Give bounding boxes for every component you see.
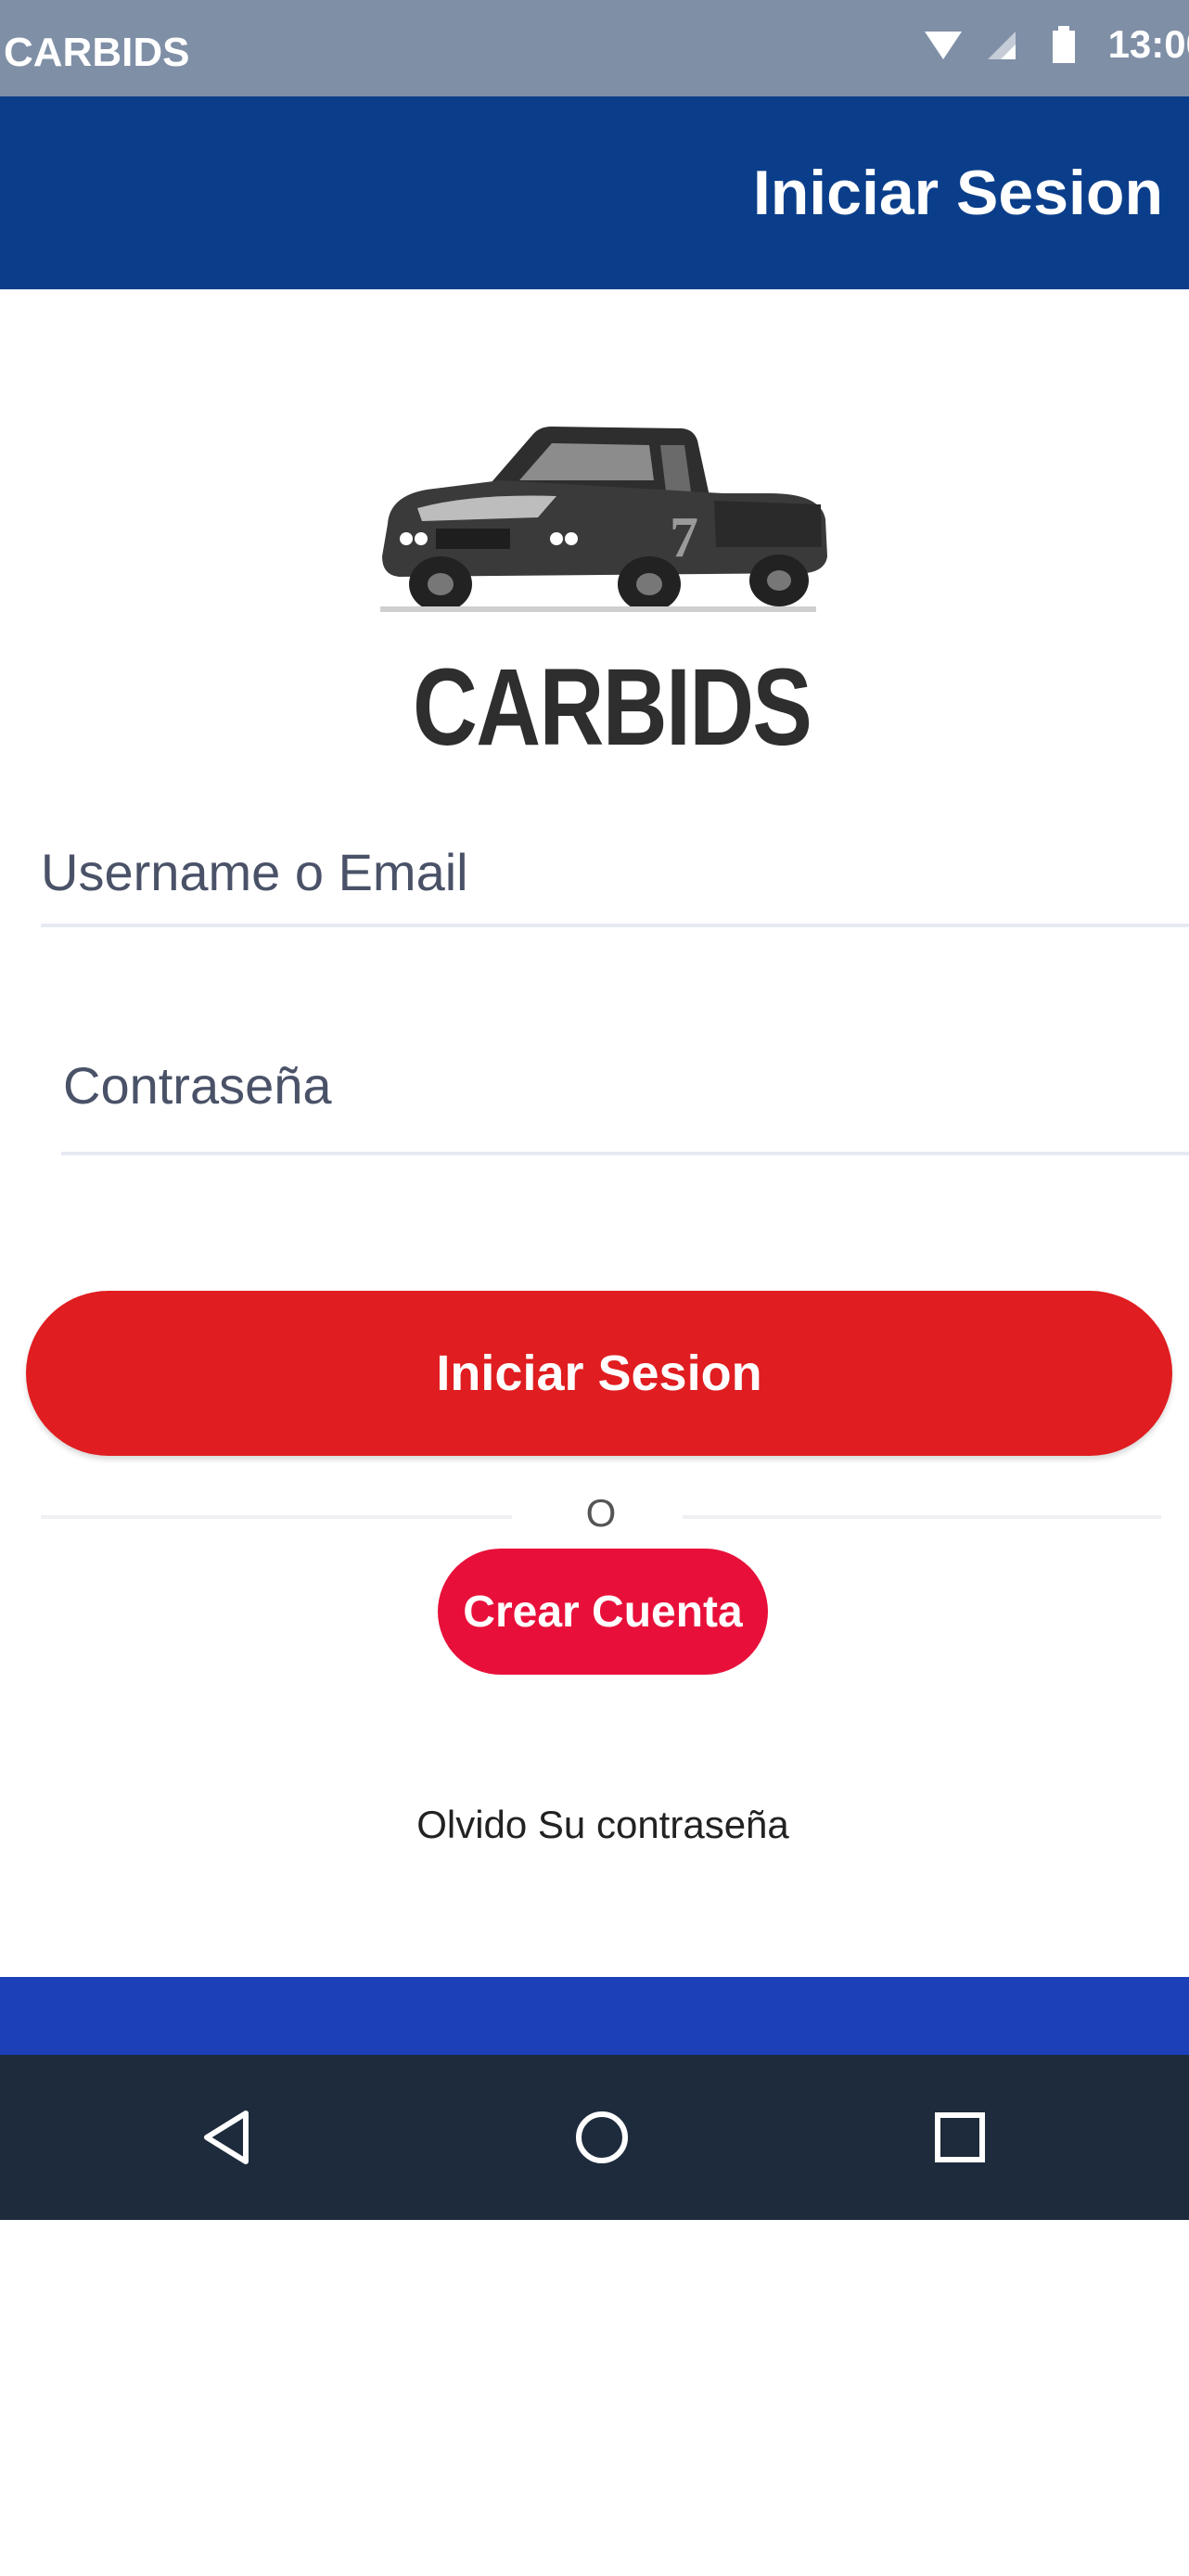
divider-right	[683, 1515, 1161, 1519]
username-input[interactable]	[41, 835, 1172, 909]
app-bar: Iniciar Sesion	[0, 96, 1189, 289]
navigation-bar	[0, 2055, 1189, 2220]
password-input[interactable]	[63, 1048, 1176, 1122]
pickup-truck-icon: 7	[380, 427, 827, 612]
password-underline	[61, 1152, 1189, 1155]
status-time: 13:00	[1107, 22, 1189, 66]
recents-button[interactable]	[918, 2096, 1002, 2179]
carbids-logo: 7 CARBIDS	[371, 408, 835, 770]
username-underline	[41, 924, 1189, 927]
svg-text:7: 7	[670, 506, 698, 569]
back-button[interactable]	[185, 2096, 269, 2179]
login-button[interactable]: Iniciar Sesion	[26, 1291, 1172, 1456]
battery-icon	[1052, 26, 1075, 63]
signal-icon	[987, 32, 1016, 59]
back-triangle-icon	[204, 2111, 249, 2164]
status-app-name: CARBIDS	[4, 30, 190, 75]
divider-left	[41, 1515, 512, 1519]
status-icons: 13:00	[923, 17, 1189, 72]
page-title: Iniciar Sesion	[752, 158, 1163, 228]
recents-square-icon	[935, 2112, 985, 2162]
home-circle-icon	[576, 2111, 628, 2163]
wifi-icon	[924, 32, 962, 59]
logo-text: CARBIDS	[413, 646, 812, 769]
forgot-password-link[interactable]: Olvido Su contraseña	[0, 1803, 1189, 1847]
home-button[interactable]	[560, 2096, 644, 2179]
status-bar: CARBIDS 13:00	[0, 0, 1189, 96]
create-account-button[interactable]: Crear Cuenta	[438, 1549, 768, 1675]
bottom-strip	[0, 1977, 1189, 2055]
or-label: O	[585, 1491, 617, 1535]
